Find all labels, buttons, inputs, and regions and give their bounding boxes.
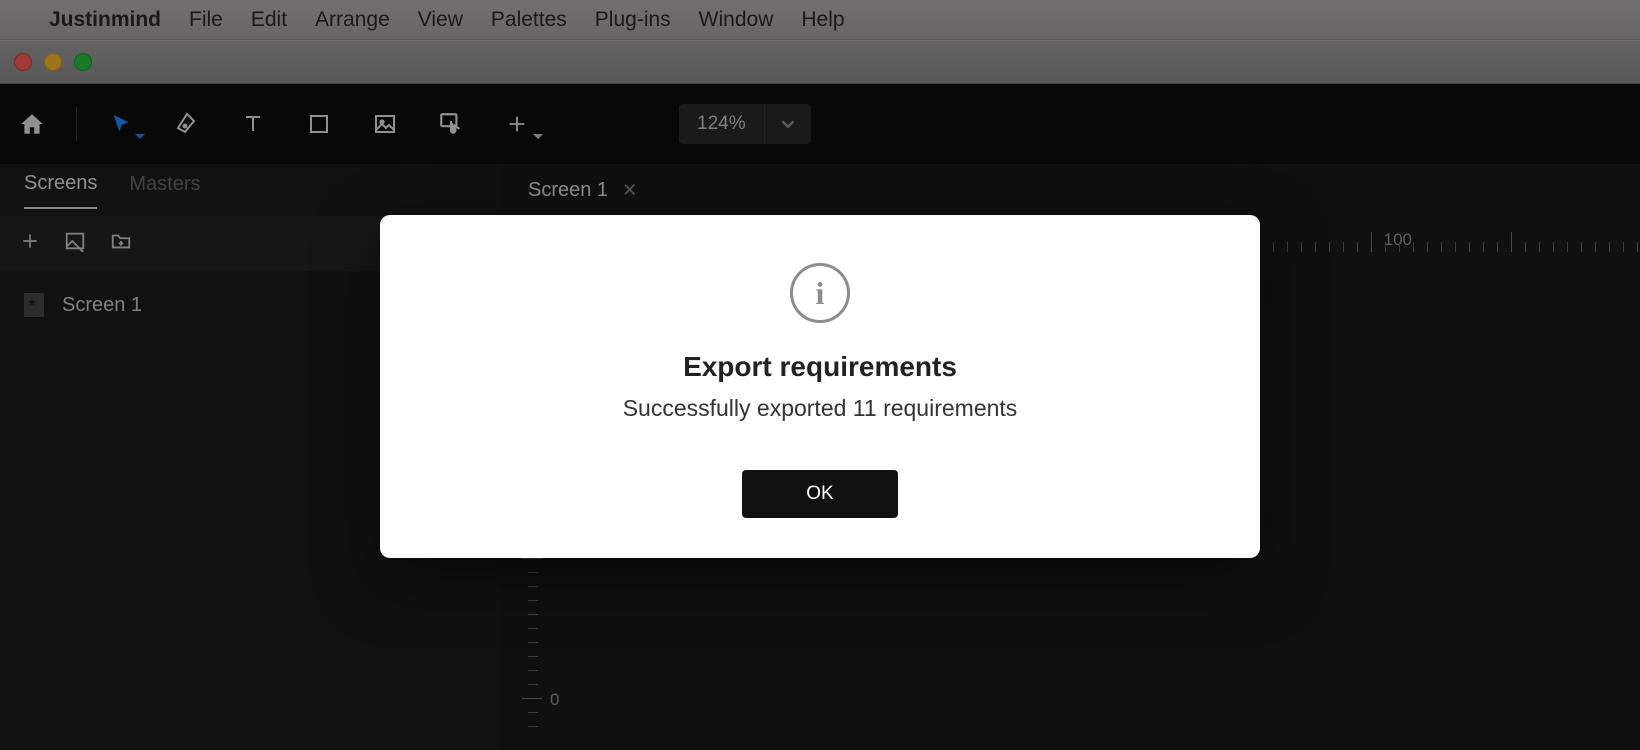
ok-button[interactable]: OK: [742, 470, 897, 518]
dialog-overlay: i Export requirements Successfully expor…: [0, 0, 1640, 750]
dialog-title: Export requirements: [420, 351, 1220, 383]
dialog-message: Successfully exported 11 requirements: [420, 395, 1220, 422]
info-icon: i: [790, 263, 850, 323]
export-dialog: i Export requirements Successfully expor…: [380, 215, 1260, 558]
